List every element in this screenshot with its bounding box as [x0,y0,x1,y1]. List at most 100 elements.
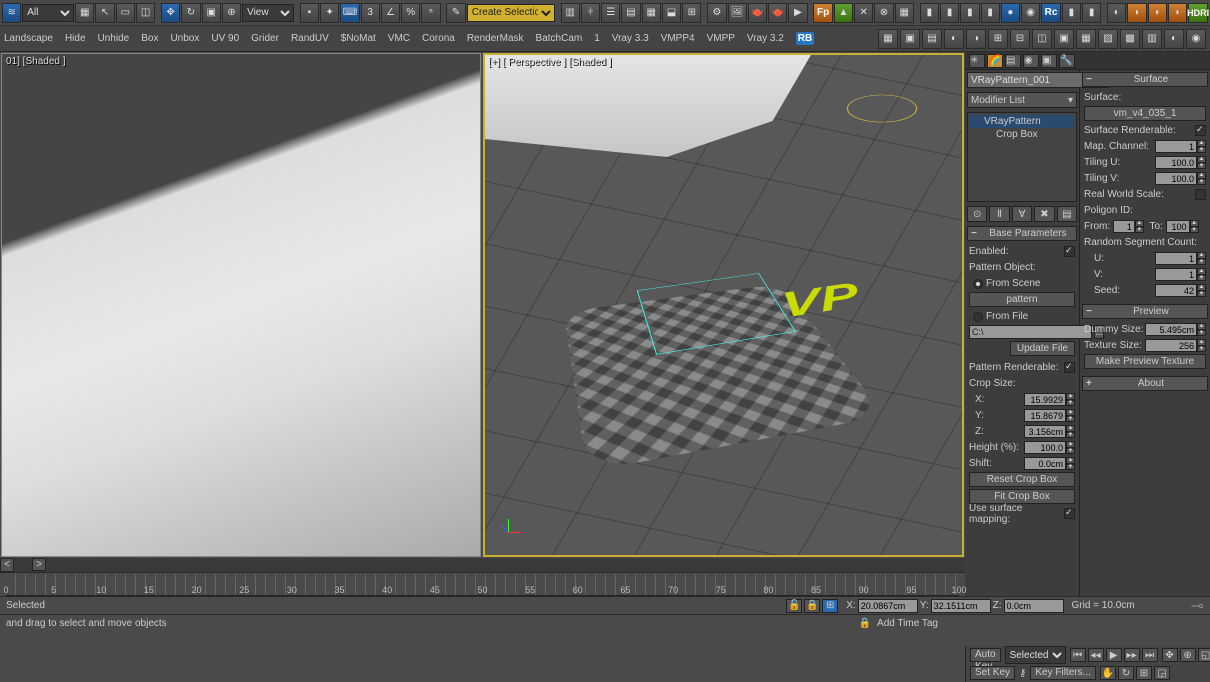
shelf-1[interactable]: 1 [594,33,600,44]
shelf-batchcam[interactable]: BatchCam [536,33,583,44]
shelf-box[interactable]: Box [141,33,158,44]
camera-gizmo[interactable] [844,95,920,123]
nav5-icon[interactable]: ✋ [1100,666,1116,680]
shelf-unhide[interactable]: Unhide [98,33,130,44]
sr13-icon[interactable]: ▥ [1142,29,1162,49]
remove-mod-icon[interactable]: ✖ [1034,206,1054,222]
layer-explorer-icon[interactable]: ▤ [621,3,640,23]
display-tab-icon[interactable]: ▣ [1041,54,1057,68]
m3-icon[interactable]: ▮ [960,3,979,23]
modify-tab-icon[interactable]: 🌈 [987,54,1003,68]
from-scene-radio[interactable] [973,279,983,289]
nav8-icon[interactable]: ◲ [1154,666,1170,680]
sr5-icon[interactable]: ◑ [966,29,986,49]
sr3-icon[interactable]: ▤ [922,29,942,49]
x3-icon[interactable]: ▦ [895,3,914,23]
snap-angle-icon[interactable]: ∠ [381,3,400,23]
sr8-icon[interactable]: ◫ [1032,29,1052,49]
create-tab-icon[interactable]: ✳ [969,54,985,68]
sr15-icon[interactable]: ◉ [1186,29,1206,49]
snap-percent-icon[interactable]: % [401,3,420,23]
reset-crop-button[interactable]: Reset Crop Box [969,472,1075,487]
nav2-icon[interactable]: ⊕ [1180,648,1196,662]
sr6-icon[interactable]: ⊞ [988,29,1008,49]
play-icon[interactable]: ▶ [1106,648,1122,662]
key-filters-icon[interactable]: ⚷ [1019,668,1026,679]
about-header[interactable]: About [1082,376,1208,391]
tiling-u-spinner[interactable]: ▲▼ [1155,156,1206,169]
goto-end-icon[interactable]: ⏭ [1142,648,1158,662]
teapot2-icon[interactable]: 🫖 [768,3,787,23]
dish1-icon[interactable]: ◗ [1127,3,1146,23]
crop-z-spinner[interactable]: ▲▼ [1024,425,1075,438]
abs-rel-icon[interactable]: ⊞ [822,599,838,613]
pattern-pick-button[interactable]: pattern [969,292,1075,307]
coord-z-field[interactable] [1004,599,1064,613]
stack-vraypattern[interactable]: VRayPattern [970,115,1074,128]
manip-icon[interactable]: ✦ [320,3,339,23]
surface-pick-button[interactable]: vm_v4_035_1 [1084,106,1206,121]
spinner-snap-icon[interactable]: ⁿ [421,3,440,23]
modifier-list-dropdown[interactable]: Modifier List [967,92,1077,108]
texture-size-spinner[interactable]: ▲▼ [1145,339,1206,352]
viewport-perspective-label[interactable]: [+] [ Perspective ] [Shaded ] [489,57,612,68]
show-result-icon[interactable]: Ⅱ [989,206,1009,222]
viewport-left[interactable]: 01] [Shaded ] [1,53,481,557]
sr2-icon[interactable]: ▣ [900,29,920,49]
pattern-file-field[interactable] [969,325,1092,339]
shelf-vray32[interactable]: Vray 3.2 [747,33,784,44]
x1-icon[interactable]: ✕ [854,3,873,23]
from-file-radio[interactable] [973,312,983,322]
select-rect-icon[interactable]: ▭ [116,3,135,23]
pattern-renderable-checkbox[interactable] [1064,362,1075,373]
matlib-icon[interactable]: ⊞ [682,3,701,23]
selection-filter-select[interactable]: All [22,4,74,22]
m5-icon[interactable]: ▮ [1062,3,1081,23]
nav6-icon[interactable]: ↻ [1118,666,1134,680]
ref-coord-select[interactable]: View [242,4,294,22]
nav1-icon[interactable]: ✥ [1162,648,1178,662]
coord-x-field[interactable] [858,599,918,613]
select-obj-icon[interactable]: ↖ [95,3,114,23]
set-key-button[interactable]: Set Key [970,666,1015,680]
key-target-select[interactable]: Selected [1005,646,1066,664]
crop-y-spinner[interactable]: ▲▼ [1024,409,1075,422]
shelf-vmpp[interactable]: VMPP [707,33,735,44]
sr9-icon[interactable]: ▣ [1054,29,1074,49]
vp-right-arrow[interactable]: > [32,558,46,571]
snap-2d-icon[interactable]: 3 [361,3,380,23]
m4-icon[interactable]: ▮ [981,3,1000,23]
rand-u-spinner[interactable]: ▲▼ [1155,252,1206,265]
crop-x-spinner[interactable]: ▲▼ [1024,393,1075,406]
m6-icon[interactable]: ▮ [1082,3,1101,23]
sr4-icon[interactable]: ◐ [944,29,964,49]
rb-badge[interactable]: RB [796,32,814,45]
auto-key-button[interactable]: Auto Key [970,648,1001,662]
lock-icon[interactable]: 🔒 [804,599,820,613]
dish3-icon[interactable]: ◗ [1168,3,1187,23]
height-spinner[interactable]: ▲▼ [1024,441,1075,454]
make-preview-button[interactable]: Make Preview Texture [1084,354,1206,369]
sr7-icon[interactable]: ⊟ [1010,29,1030,49]
select-icon[interactable]: ▦ [75,3,94,23]
sr12-icon[interactable]: ▩ [1120,29,1140,49]
m2-icon[interactable]: ▮ [940,3,959,23]
rotate-icon[interactable]: ↻ [181,3,200,23]
shelf-grider[interactable]: Grider [251,33,279,44]
rand-v-spinner[interactable]: ▲▼ [1155,268,1206,281]
seed-spinner[interactable]: ▲▼ [1155,284,1206,297]
shelf-randuv[interactable]: RandUV [291,33,329,44]
shelf-rendermask[interactable]: RenderMask [467,33,524,44]
shelf-landscape[interactable]: Landscape [4,33,53,44]
track-view-icon[interactable]: ⬓ [662,3,681,23]
viewport-left-label[interactable]: 01] [Shaded ] [6,56,66,67]
shelf-corona[interactable]: Corona [422,33,455,44]
named-sel-edit-icon[interactable]: ✎ [446,3,465,23]
prev-frame-icon[interactable]: ◂◂ [1088,648,1104,662]
move-icon[interactable]: ✥ [161,3,180,23]
key-filters-button[interactable]: Key Filters... [1030,666,1096,680]
t1-icon[interactable]: ◐ [1107,3,1126,23]
nav7-icon[interactable]: ⊞ [1136,666,1152,680]
lock-sel-icon[interactable]: 🔓 [786,599,802,613]
tiling-v-spinner[interactable]: ▲▼ [1155,172,1206,185]
